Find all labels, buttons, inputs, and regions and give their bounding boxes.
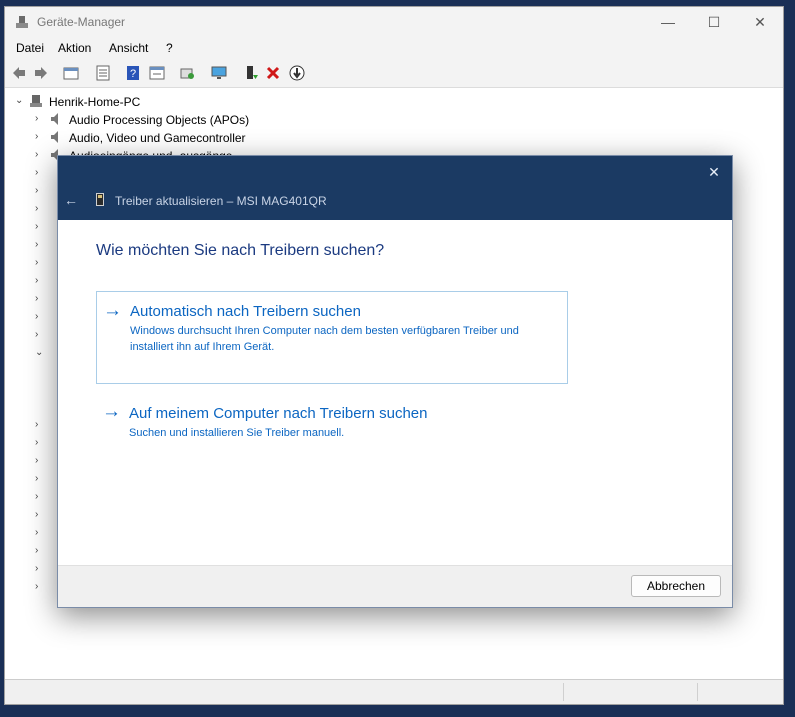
tree-item[interactable]: › — [5, 435, 57, 453]
tree-item[interactable]: › — [5, 507, 57, 525]
tree-item[interactable]: › — [5, 273, 57, 291]
expand-chevron-icon[interactable]: › — [35, 311, 45, 323]
expand-chevron-icon[interactable]: › — [35, 131, 45, 143]
expand-chevron-icon[interactable]: › — [35, 437, 45, 449]
uninstall-icon[interactable] — [265, 65, 281, 81]
minimize-button[interactable]: — — [645, 7, 691, 37]
tree-item[interactable]: › — [5, 525, 57, 543]
disable-icon[interactable] — [289, 65, 305, 81]
device-icon — [96, 193, 104, 206]
dialog-footer: Abbrechen — [58, 565, 732, 607]
tree-item[interactable]: › — [5, 543, 57, 561]
expand-chevron-icon[interactable]: › — [35, 293, 45, 305]
back-arrow-icon[interactable]: ← — [64, 192, 80, 208]
computer-name: Henrik-Home-PC — [49, 95, 141, 109]
status-divider — [697, 683, 698, 701]
tree-item[interactable]: › — [5, 561, 57, 579]
arrow-right-icon: → — [103, 300, 122, 321]
tree-item[interactable]: › — [5, 237, 57, 255]
tree-item[interactable]: › — [5, 579, 57, 597]
svg-text:?: ? — [130, 68, 136, 80]
option-description: Suchen und installieren Sie Treiber manu… — [129, 427, 345, 439]
cancel-button[interactable]: Abbrechen — [631, 575, 721, 597]
tree-root[interactable]: ⌄ Henrik-Home-PC — [5, 93, 405, 111]
menu-aktion[interactable]: Aktion — [58, 41, 91, 55]
menu-datei[interactable]: Datei — [16, 41, 44, 55]
update-driver-icon[interactable] — [243, 65, 259, 81]
update-driver-dialog: ✕ ← Treiber aktualisieren – MSI MAG401QR… — [57, 155, 733, 608]
option-title: Auf meinem Computer nach Treibern suchen — [129, 405, 428, 422]
manual-search-option[interactable]: → Auf meinem Computer nach Treibern such… — [96, 401, 568, 443]
tree-item[interactable]: › Audio Processing Objects (APOs) — [5, 111, 405, 129]
close-button[interactable]: ✕ — [737, 7, 783, 37]
dialog-title: Treiber aktualisieren – MSI MAG401QR — [115, 194, 327, 208]
computer-icon — [30, 95, 42, 107]
expand-chevron-icon[interactable]: › — [35, 203, 45, 215]
menu-help[interactable]: ? — [166, 41, 173, 55]
collapse-chevron-icon[interactable]: ⌄ — [35, 347, 45, 359]
dialog-question: Wie möchten Sie nach Treibern suchen? — [96, 242, 385, 259]
tree-item[interactable]: › — [5, 219, 57, 237]
option-title: Automatisch nach Treibern suchen — [130, 303, 361, 320]
expand-chevron-icon[interactable]: › — [35, 239, 45, 251]
help-icon[interactable]: ? — [125, 65, 141, 81]
status-divider — [563, 683, 564, 701]
back-arrow-icon[interactable] — [11, 65, 27, 81]
view-icon[interactable] — [63, 65, 79, 81]
tree-item[interactable]: › Audio, Video und Gamecontroller — [5, 129, 405, 147]
expand-chevron-icon[interactable]: › — [35, 455, 45, 467]
tree-item-label: Audio, Video und Gamecontroller — [69, 131, 246, 145]
tree-item[interactable]: › — [5, 327, 57, 345]
collapse-chevron-icon[interactable]: ⌄ — [15, 95, 25, 107]
arrow-right-icon: → — [102, 401, 121, 422]
tree-item[interactable]: › — [5, 417, 57, 435]
toolbar: ? — [5, 59, 783, 88]
tree-item[interactable]: › — [5, 291, 57, 309]
tree-item[interactable]: › — [5, 309, 57, 327]
tree-item-expanded[interactable]: ⌄ — [5, 345, 57, 363]
expand-chevron-icon[interactable]: › — [35, 149, 45, 161]
window-title: Geräte-Manager — [37, 15, 126, 29]
tree-item[interactable]: › — [5, 453, 57, 471]
expand-chevron-icon[interactable]: › — [35, 257, 45, 269]
expand-chevron-icon[interactable]: › — [35, 221, 45, 233]
expand-chevron-icon[interactable]: › — [35, 491, 45, 503]
tree-item[interactable]: › — [5, 489, 57, 507]
title-bar: Geräte-Manager — ☐ ✕ — [5, 7, 783, 37]
expand-chevron-icon[interactable]: › — [35, 473, 45, 485]
maximize-button[interactable]: ☐ — [691, 7, 737, 37]
option-description: Windows durchsucht Ihren Computer nach d… — [130, 325, 519, 353]
expand-chevron-icon[interactable]: › — [35, 509, 45, 521]
expand-chevron-icon[interactable]: › — [35, 545, 45, 557]
speaker-icon — [51, 113, 58, 125]
expand-chevron-icon[interactable]: › — [35, 563, 45, 575]
device-manager-icon — [16, 16, 28, 28]
forward-arrow-icon[interactable] — [33, 65, 49, 81]
tree-item[interactable]: › — [5, 255, 57, 273]
expand-chevron-icon[interactable]: › — [35, 581, 45, 593]
auto-search-option[interactable]: → Automatisch nach Treibern suchen Windo… — [96, 291, 568, 384]
expand-chevron-icon[interactable]: › — [35, 275, 45, 287]
speaker-icon — [51, 131, 58, 143]
tree-item-label: Audio Processing Objects (APOs) — [69, 113, 250, 127]
monitor-icon[interactable] — [211, 65, 227, 81]
menu-bar: Datei Aktion Ansicht ? — [5, 37, 783, 59]
dialog-close-button[interactable]: ✕ — [704, 162, 724, 182]
expand-chevron-icon[interactable]: › — [35, 167, 45, 179]
view-resources-icon[interactable] — [149, 65, 165, 81]
status-bar — [5, 680, 783, 704]
dialog-header: ✕ ← Treiber aktualisieren – MSI MAG401QR — [58, 156, 732, 220]
tree-item[interactable]: › — [5, 201, 57, 219]
tree-item[interactable]: › — [5, 183, 57, 201]
expand-chevron-icon[interactable]: › — [35, 527, 45, 539]
expand-chevron-icon[interactable]: › — [35, 329, 45, 341]
expand-chevron-icon[interactable]: › — [35, 113, 45, 125]
tree-item[interactable]: › — [5, 165, 57, 183]
menu-ansicht[interactable]: Ansicht — [109, 41, 148, 55]
properties-icon[interactable] — [95, 65, 111, 81]
scan-hardware-icon[interactable] — [179, 65, 195, 81]
expand-chevron-icon[interactable]: › — [35, 185, 45, 197]
tree-item[interactable]: › — [5, 471, 57, 489]
expand-chevron-icon[interactable]: › — [35, 419, 45, 431]
